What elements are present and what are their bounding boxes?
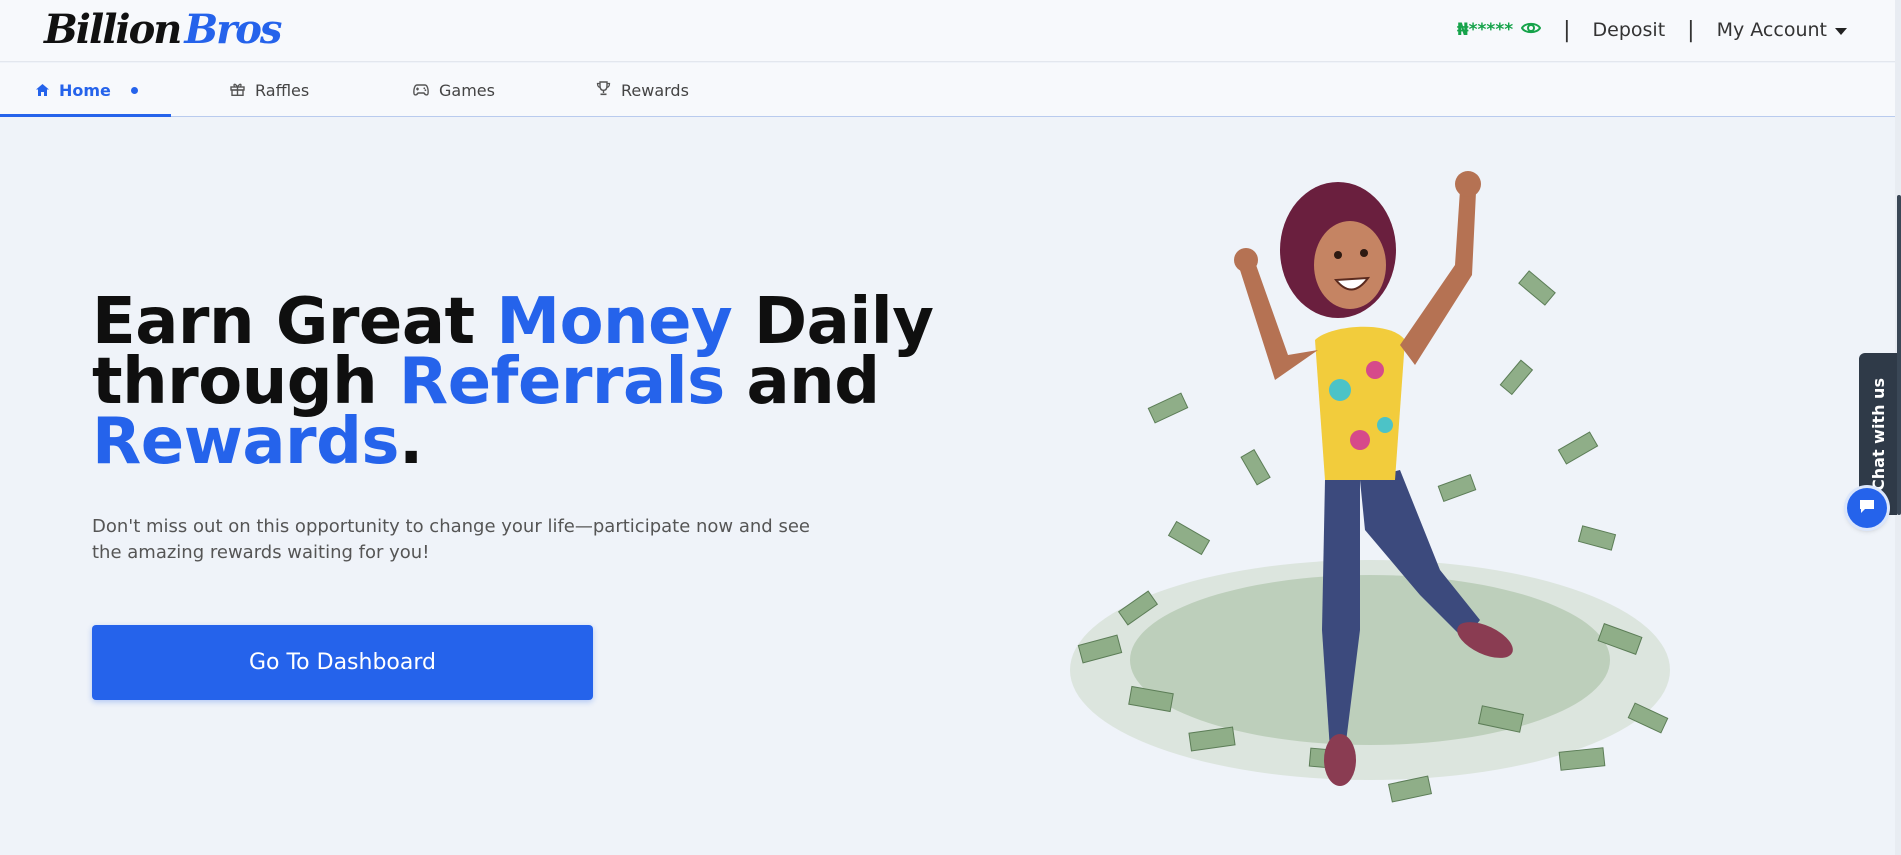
tab-label: Games [439, 80, 495, 100]
brand-logo[interactable]: Billion Bros [44, 6, 282, 53]
tab-home[interactable]: Home [36, 63, 138, 117]
hero-illustration [1060, 150, 1700, 850]
headline-text: and [724, 345, 880, 419]
header-separator: | [1687, 17, 1695, 43]
active-indicator-dot [130, 86, 138, 94]
home-icon [36, 81, 49, 100]
headline-period: . [398, 405, 423, 479]
tab-games[interactable]: Games [413, 63, 495, 117]
hero-headline: Earn Great Money Daily through Referrals… [92, 290, 992, 474]
caret-down-icon [1835, 19, 1847, 41]
logo-text-bros: Bros [184, 6, 282, 53]
headline-highlight-rewards: Rewards [92, 405, 399, 479]
wallet-balance: ₦***** [1456, 20, 1542, 40]
gift-icon [230, 81, 245, 100]
tab-label: Home [59, 80, 111, 100]
headline-highlight-referrals: Referrals [398, 345, 725, 419]
eye-icon[interactable] [1520, 20, 1542, 40]
deposit-link[interactable]: Deposit [1593, 19, 1666, 41]
header-separator: | [1563, 17, 1571, 43]
active-tab-underline [0, 114, 171, 117]
tab-label: Raffles [255, 80, 310, 100]
trophy-icon [596, 80, 611, 100]
tab-label: Rewards [621, 80, 689, 100]
chat-icon [1859, 499, 1875, 518]
hero-subtext: Don't miss out on this opportunity to ch… [92, 516, 810, 563]
main-nav-tabs: Home Raffles Games Rewards [0, 63, 1895, 117]
logo-text-billion: Billion [44, 6, 182, 53]
go-to-dashboard-button[interactable]: Go To Dashboard [92, 625, 593, 700]
tab-raffles[interactable]: Raffles [230, 63, 309, 117]
page-scrollbar-thumb[interactable] [1897, 195, 1901, 515]
header-actions: ₦***** | Deposit | My Account [1457, 0, 1847, 60]
chat-tab-label: Chat with us [1868, 377, 1888, 491]
balance-value: ₦***** [1456, 20, 1514, 40]
account-label: My Account [1716, 19, 1827, 41]
gamepad-icon [413, 81, 429, 100]
top-header: Billion Bros ₦***** | Deposit | My Accou… [0, 0, 1895, 62]
tab-rewards[interactable]: Rewards [596, 63, 689, 117]
chat-bubble-button[interactable] [1847, 488, 1887, 528]
my-account-dropdown[interactable]: My Account [1717, 19, 1847, 41]
